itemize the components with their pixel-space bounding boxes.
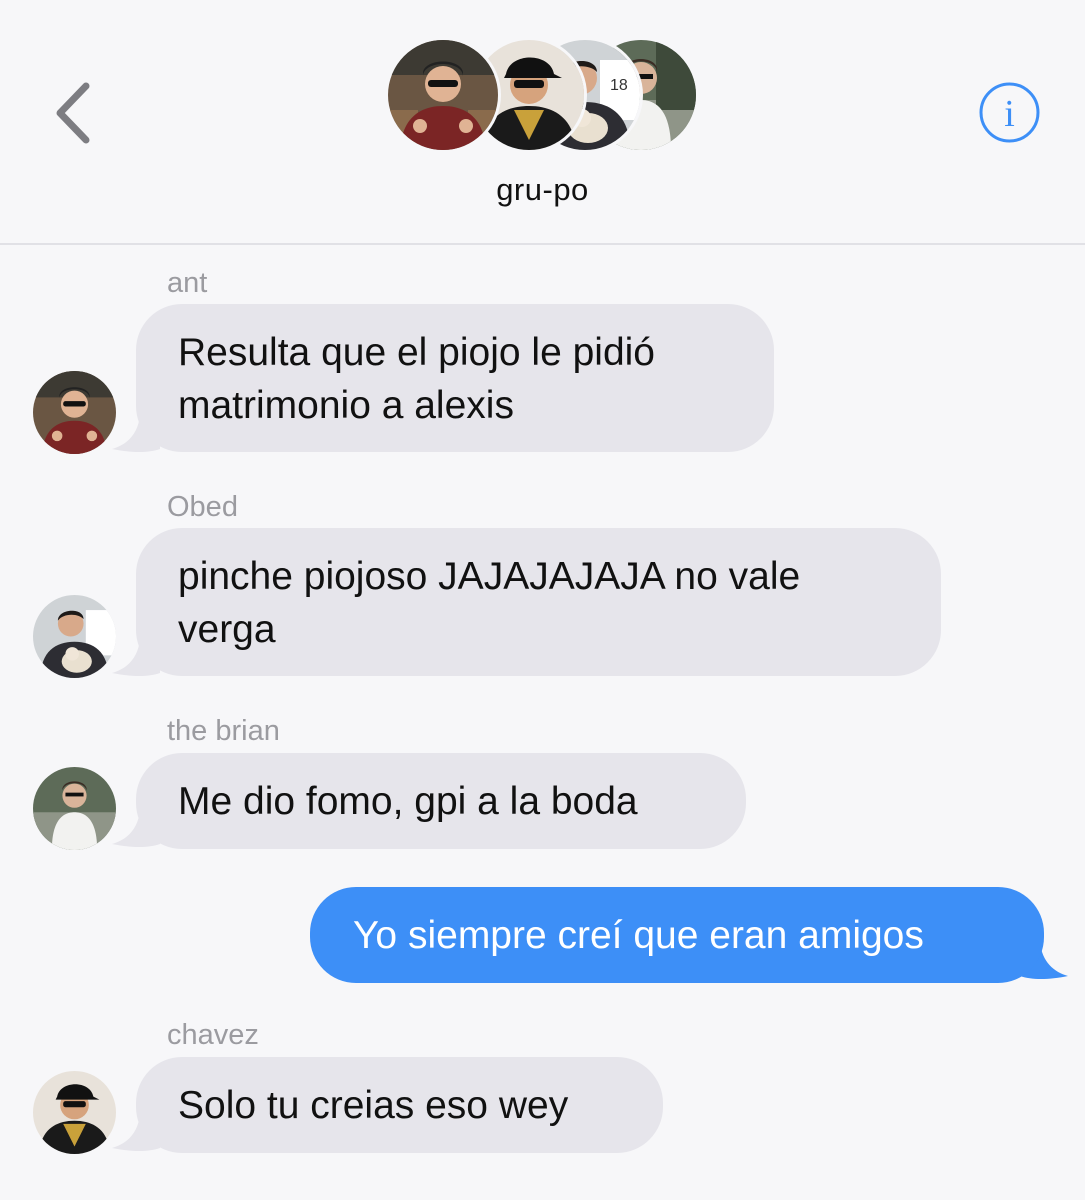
chevron-left-icon bbox=[56, 82, 90, 144]
group-avatars[interactable]: 18 bbox=[388, 40, 698, 152]
message-bubble-outgoing[interactable]: Yo siempre creí que eran amigos bbox=[310, 887, 1044, 983]
avatar-ant-small[interactable] bbox=[33, 371, 116, 454]
message-line: verga bbox=[178, 608, 276, 651]
message-line: Yo siempre creí que eran amigos bbox=[353, 914, 924, 957]
message-bubble[interactable]: Solo tu creias eso wey bbox=[136, 1057, 663, 1153]
message-bubble[interactable]: pinche piojoso JAJAJAJAJA no vale verga bbox=[136, 528, 941, 676]
message-line: pinche piojoso JAJAJAJAJA no vale bbox=[178, 555, 801, 598]
message-line: Solo tu creias eso wey bbox=[178, 1084, 569, 1127]
avatar-chavez-small[interactable] bbox=[33, 1071, 116, 1154]
avatar-the-brian-small[interactable] bbox=[33, 767, 116, 850]
avatar-ant bbox=[388, 40, 498, 150]
message-line: Resulta que el piojo le pidió bbox=[178, 331, 655, 374]
sender-name: Obed bbox=[167, 491, 238, 523]
back-button[interactable] bbox=[48, 78, 98, 148]
svg-text:18: 18 bbox=[610, 77, 628, 94]
conversation-header: 18 gru-po i bbox=[0, 0, 1085, 245]
sender-name: the brian bbox=[167, 715, 280, 747]
group-name[interactable]: gru-po bbox=[0, 172, 1085, 208]
sender-name: chavez bbox=[167, 1019, 259, 1051]
avatar-obed-small[interactable] bbox=[33, 595, 116, 678]
info-button[interactable]: i bbox=[978, 81, 1041, 144]
message-bubble[interactable]: Resulta que el piojo le pidió matrimonio… bbox=[136, 304, 774, 452]
info-icon: i bbox=[979, 82, 1040, 143]
message-line: Me dio fomo, gpi a la boda bbox=[178, 780, 638, 823]
sender-name: ant bbox=[167, 267, 208, 299]
svg-text:i: i bbox=[1004, 93, 1015, 135]
message-line: matrimonio a alexis bbox=[178, 384, 514, 427]
message-bubble[interactable]: Me dio fomo, gpi a la boda bbox=[136, 753, 746, 849]
